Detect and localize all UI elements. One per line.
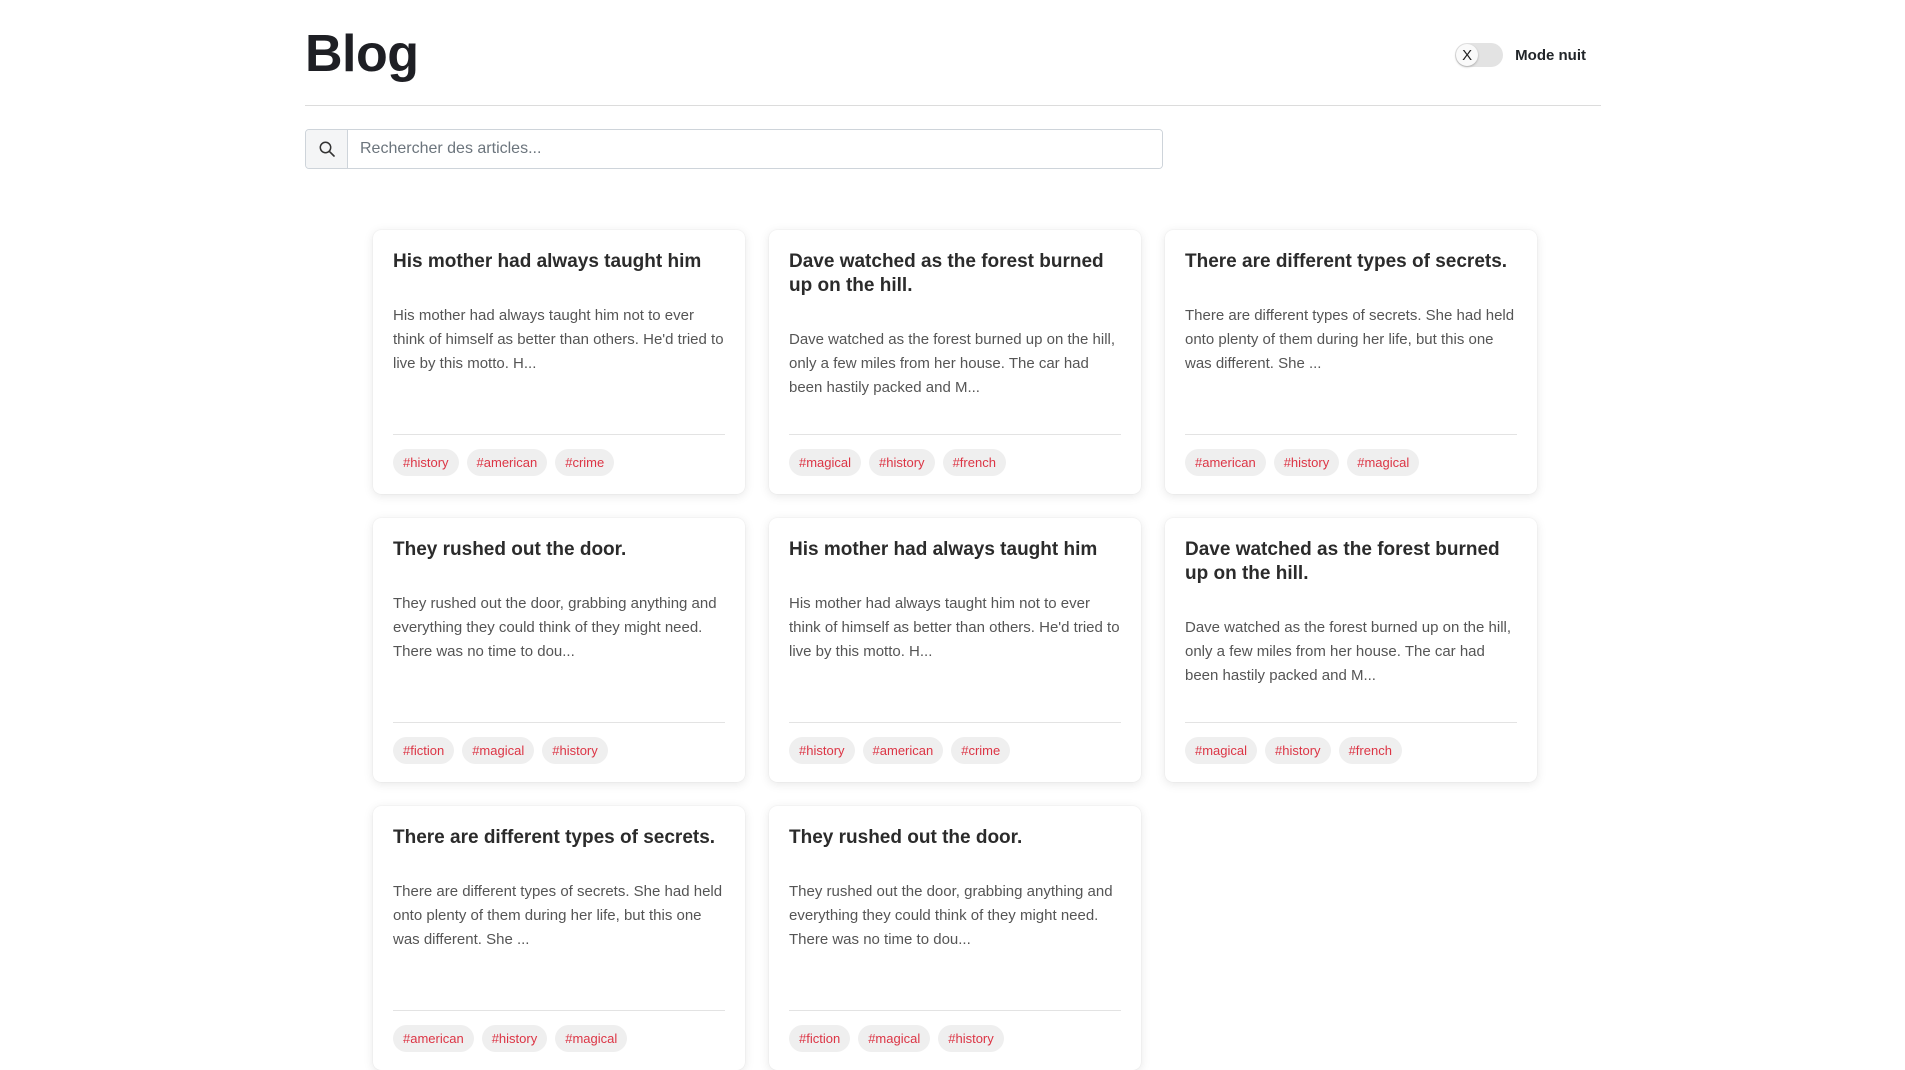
header: Blog X Mode nuit [305, 0, 1601, 106]
article-card[interactable]: Dave watched as the forest burned up on … [1165, 518, 1537, 782]
article-excerpt: There are different types of secrets. Sh… [393, 883, 723, 948]
tag[interactable]: #american [393, 1025, 474, 1052]
article-excerpt: Dave watched as the forest burned up on … [1185, 619, 1512, 684]
article-title[interactable]: There are different types of secrets. [393, 826, 725, 850]
article-title[interactable]: His mother had always taught him [393, 250, 725, 274]
search-input[interactable] [348, 130, 1162, 168]
tag[interactable]: #fiction [789, 1025, 851, 1052]
card-divider [393, 434, 725, 435]
tag[interactable]: #magical [858, 1025, 931, 1052]
tag[interactable]: #magical [789, 449, 862, 476]
article-title[interactable]: Dave watched as the forest burned up on … [789, 250, 1121, 298]
tag-list: #fiction #magical #history [789, 1025, 1121, 1052]
article-title[interactable]: Dave watched as the forest burned up on … [1185, 538, 1517, 586]
card-divider [789, 434, 1121, 435]
article-card[interactable]: There are different types of secrets. Th… [1165, 230, 1537, 494]
card-divider [789, 722, 1121, 723]
article-title[interactable]: His mother had always taught him [789, 538, 1121, 562]
search-bar [305, 129, 1163, 169]
article-card[interactable]: His mother had always taught him His mot… [769, 518, 1141, 782]
article-card[interactable]: They rushed out the door. They rushed ou… [373, 518, 745, 782]
tag-list: #magical #history #french [1185, 737, 1517, 764]
tag[interactable]: #magical [462, 737, 535, 764]
tag-list: #american #history #magical [1185, 449, 1517, 476]
tag[interactable]: #magical [1347, 449, 1420, 476]
page-title: Blog [305, 25, 419, 83]
tag[interactable]: #history [542, 737, 608, 764]
tag[interactable]: #french [942, 449, 1006, 476]
tag-list: #american #history #magical [393, 1025, 725, 1052]
article-title[interactable]: They rushed out the door. [393, 538, 725, 562]
tag[interactable]: #fiction [393, 737, 455, 764]
article-excerpt: His mother had always taught him not to … [789, 595, 1120, 660]
tag[interactable]: #history [869, 449, 935, 476]
card-divider [1185, 434, 1517, 435]
tag[interactable]: #history [481, 1025, 548, 1052]
tag[interactable]: #crime [555, 449, 615, 476]
tag[interactable]: #crime [951, 737, 1011, 764]
article-excerpt: There are different types of secrets. Sh… [1185, 307, 1515, 372]
card-divider [789, 1010, 1121, 1011]
article-title[interactable]: They rushed out the door. [789, 826, 1121, 850]
search-icon [319, 141, 335, 157]
tag[interactable]: #magical [1185, 737, 1258, 764]
articles-grid: His mother had always taught him His mot… [373, 230, 1549, 1070]
tag[interactable]: #history [393, 449, 459, 476]
card-divider [393, 1010, 725, 1011]
tag[interactable]: #history [938, 1025, 1004, 1052]
tag[interactable]: #american [466, 449, 548, 476]
tag-list: #history #american #crime [789, 737, 1121, 764]
night-mode-label: Mode nuit [1515, 46, 1586, 64]
card-divider [393, 722, 725, 723]
card-divider [1185, 722, 1517, 723]
article-card[interactable]: His mother had always taught him His mot… [373, 230, 745, 494]
article-excerpt: His mother had always taught him not to … [393, 307, 724, 372]
tag[interactable]: #magical [555, 1025, 628, 1052]
article-title[interactable]: There are different types of secrets. [1185, 250, 1517, 274]
tag[interactable]: #american [1185, 449, 1266, 476]
tag[interactable]: #history [1265, 737, 1331, 764]
tag-list: #magical #history #french [789, 449, 1121, 476]
tag[interactable]: #history [1273, 449, 1340, 476]
tag-list: #fiction #magical #history [393, 737, 725, 764]
search-button[interactable] [306, 130, 348, 168]
night-mode-toggle[interactable]: X [1455, 43, 1504, 67]
tag-list: #history #american #crime [393, 449, 725, 476]
article-excerpt: They rushed out the door, grabbing anyth… [393, 595, 717, 660]
article-excerpt: They rushed out the door, grabbing anyth… [789, 883, 1113, 948]
tag[interactable]: #french [1338, 737, 1402, 764]
toggle-knob[interactable]: X [1456, 44, 1479, 66]
tag[interactable]: #history [789, 737, 855, 764]
tag[interactable]: #american [862, 737, 944, 764]
article-card[interactable]: Dave watched as the forest burned up on … [769, 230, 1141, 494]
article-card[interactable]: There are different types of secrets. Th… [373, 806, 745, 1070]
article-card[interactable]: They rushed out the door. They rushed ou… [769, 806, 1141, 1070]
article-excerpt: Dave watched as the forest burned up on … [789, 331, 1116, 396]
night-mode-toggle-group: X Mode nuit [1455, 43, 1586, 67]
